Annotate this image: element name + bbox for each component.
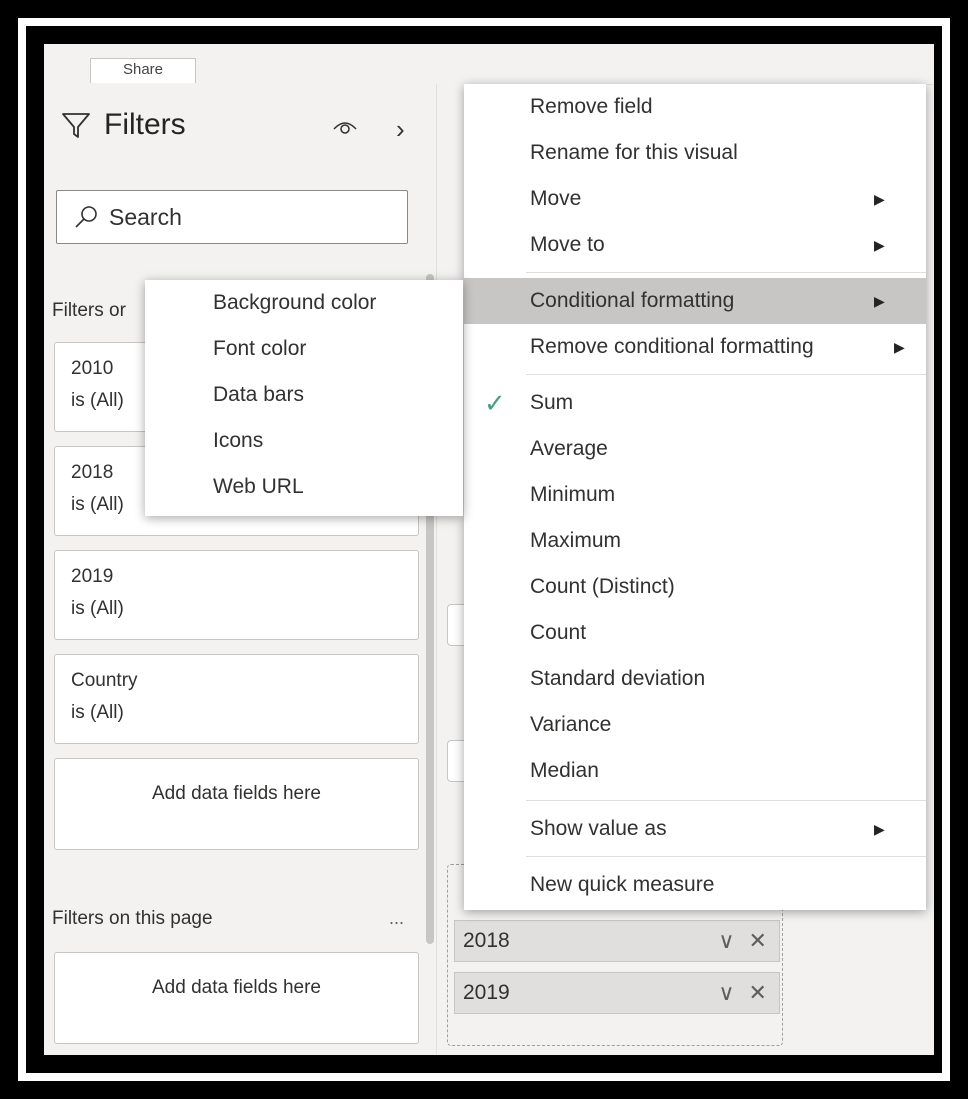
filter-state: is (All) [71,702,124,723]
menu-variance[interactable]: Variance [464,702,926,748]
more-options-icon[interactable]: ... [389,908,404,929]
menu-label: Standard deviation [530,667,706,690]
menu-label: Median [530,759,599,782]
filters-title: Filters [60,108,186,142]
menu-label: Move [530,187,582,210]
chip-label: 2019 [463,981,510,1004]
menu-remove-field[interactable]: Remove field [464,84,926,130]
menu-label: Average [530,437,608,460]
submenu-arrow-icon: ▶ [874,821,885,837]
menu-separator [526,272,926,273]
menu-conditional-formatting[interactable]: Conditional formatting ▶ [464,278,926,324]
eye-icon[interactable] [332,117,358,137]
menu-label: Sum [530,391,574,414]
add-page-fields-dropzone[interactable]: Add data fields here [54,952,419,1044]
field-chip-2018[interactable]: 2018 ∨ ✕ [454,920,780,962]
submenu-arrow-icon: ▶ [894,339,905,355]
funnel-icon [62,113,90,138]
menu-separator [526,800,926,801]
chip-controls[interactable]: ∨ ✕ [718,973,771,1013]
menu-label: Maximum [530,529,622,552]
search-input[interactable]: Search [56,190,408,244]
add-visual-fields-dropzone[interactable]: Add data fields here [54,758,419,850]
menu-move-to[interactable]: Move to ▶ [464,222,926,268]
section-page-label: Filters on this page [52,908,213,929]
filter-card-2019[interactable]: 2019 is (All) [54,550,419,640]
submenu-arrow-icon: ▶ [874,191,885,207]
ribbon: Share [44,44,934,85]
conditional-formatting-submenu: Background color Font color Data bars Ic… [145,280,463,516]
filter-field: Country [71,670,138,691]
submenu-data-bars[interactable]: Data bars [145,372,463,418]
filter-card-country[interactable]: Country is (All) [54,654,419,744]
menu-count[interactable]: Count [464,610,926,656]
menu-label: Count [530,621,587,644]
submenu-font-color[interactable]: Font color [145,326,463,372]
submenu-arrow-icon: ▶ [874,237,885,253]
section-visual-label: Filters or [52,300,126,321]
menu-label: Conditional formatting [530,289,735,312]
submenu-label: Background color [213,291,377,314]
menu-rename[interactable]: Rename for this visual [464,130,926,176]
check-icon: ✓ [484,388,506,418]
submenu-label: Font color [213,337,307,360]
app-window: Share Filters › Search Filters or 2010 i… [44,44,934,1055]
submenu-label: Web URL [213,475,304,498]
menu-remove-conditional-formatting[interactable]: Remove conditional formatting ▶ [464,324,926,370]
filters-title-text: Filters [104,108,186,141]
menu-minimum[interactable]: Minimum [464,472,926,518]
submenu-background-color[interactable]: Background color [145,280,463,326]
chip-controls[interactable]: ∨ ✕ [718,921,771,961]
menu-median[interactable]: Median [464,748,926,794]
share-tab[interactable]: Share [90,58,196,83]
submenu-label: Icons [213,429,264,452]
menu-show-value-as[interactable]: Show value as ▶ [464,806,926,852]
menu-count-distinct[interactable]: Count (Distinct) [464,564,926,610]
submenu-web-url[interactable]: Web URL [145,464,463,510]
collapse-pane-icon[interactable]: › [396,114,405,145]
menu-maximum[interactable]: Maximum [464,518,926,564]
submenu-label: Data bars [213,383,305,406]
menu-separator [526,374,926,375]
menu-label: Show value as [530,817,667,840]
menu-label: Remove conditional formatting [530,335,814,358]
search-placeholder: Search [109,203,182,230]
menu-label: Minimum [530,483,616,506]
search-icon [75,206,97,228]
menu-standard-deviation[interactable]: Standard deviation [464,656,926,702]
submenu-arrow-icon: ▶ [874,293,885,309]
field-chip-2019[interactable]: 2019 ∨ ✕ [454,972,780,1014]
menu-label: New quick measure [530,873,715,896]
field-context-menu: Remove field Rename for this visual Move… [464,84,926,910]
chip-label: 2018 [463,929,510,952]
menu-label: Variance [530,713,612,736]
menu-separator [526,856,926,857]
submenu-icons[interactable]: Icons [145,418,463,464]
menu-label: Rename for this visual [530,141,738,164]
menu-sum[interactable]: ✓ Sum [464,380,926,426]
menu-move[interactable]: Move ▶ [464,176,926,222]
menu-average[interactable]: Average [464,426,926,472]
menu-label: Remove field [530,95,653,118]
filter-field: 2019 [71,566,114,587]
menu-label: Move to [530,233,605,256]
menu-new-quick-measure[interactable]: New quick measure [464,862,926,908]
filter-state: is (All) [71,598,124,619]
menu-label: Count (Distinct) [530,575,675,598]
filters-pane: Filters › Search Filters or 2010 is (All… [44,84,436,1055]
